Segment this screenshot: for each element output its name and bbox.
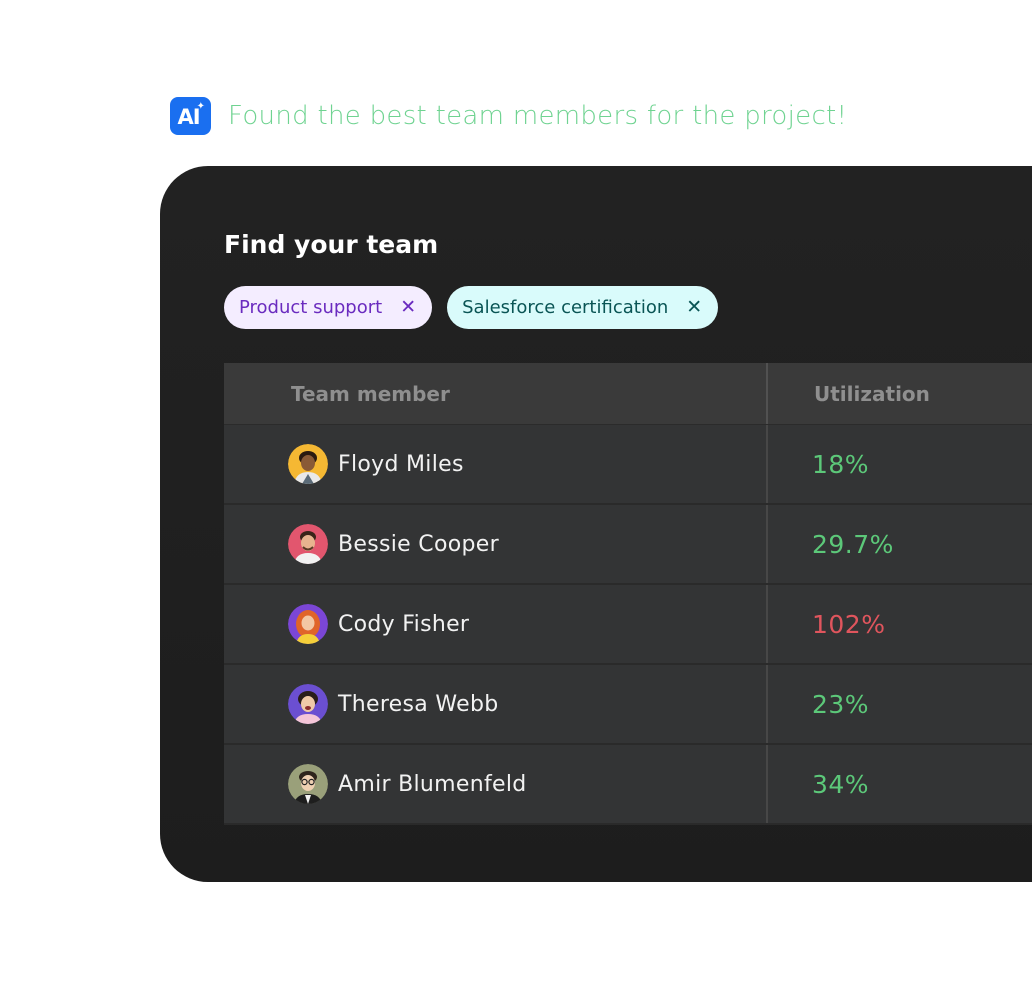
- member-name: Theresa Webb: [338, 691, 499, 717]
- utilization-value: 23%: [812, 689, 870, 719]
- column-header-utilization[interactable]: Utilization: [768, 382, 930, 406]
- utilization-value: 18%: [812, 449, 870, 479]
- ai-message: Found the best team members for the proj…: [228, 101, 848, 131]
- avatar: [288, 684, 328, 724]
- member-cell: Amir Blumenfeld: [224, 745, 768, 823]
- close-icon[interactable]: ✕: [400, 298, 416, 317]
- member-cell: Floyd Miles: [224, 425, 768, 503]
- member-cell: Theresa Webb: [224, 665, 768, 743]
- member-name: Floyd Miles: [338, 451, 464, 477]
- chip-label: Product support: [239, 297, 383, 318]
- table-row[interactable]: Amir Blumenfeld 34%: [224, 745, 1032, 825]
- member-cell: Cody Fisher: [224, 585, 768, 663]
- member-name: Cody Fisher: [338, 611, 470, 637]
- filter-chip-salesforce-certification[interactable]: Salesforce certification ✕: [447, 286, 719, 329]
- avatar: [288, 444, 328, 484]
- close-icon[interactable]: ✕: [686, 298, 702, 317]
- avatar: [288, 524, 328, 564]
- column-header-team-member[interactable]: Team member: [224, 363, 768, 424]
- member-cell: Bessie Cooper: [224, 505, 768, 583]
- utilization-value: 29.7%: [812, 529, 894, 559]
- table-header: Team member Utilization: [224, 363, 1032, 425]
- table-row[interactable]: Theresa Webb 23%: [224, 665, 1032, 745]
- table-row[interactable]: Floyd Miles 18%: [224, 425, 1032, 505]
- utilization-value: 34%: [812, 769, 870, 799]
- avatar: [288, 764, 328, 804]
- sparkle-icon: ✦: [196, 101, 205, 112]
- team-finder-panel: Find your team Product support ✕ Salesfo…: [160, 166, 1032, 882]
- avatar: [288, 604, 328, 644]
- panel-title: Find your team: [224, 230, 439, 259]
- table-row[interactable]: Cody Fisher 102%: [224, 585, 1032, 665]
- filter-chips: Product support ✕ Salesforce certificati…: [224, 286, 719, 329]
- team-table: Team member Utilization Floyd Miles 18%: [224, 363, 1032, 825]
- ai-sparkle-icon: AI ✦: [170, 97, 211, 135]
- chip-label: Salesforce certification: [462, 297, 669, 318]
- ai-banner: AI ✦ Found the best team members for the…: [170, 97, 847, 135]
- filter-chip-product-support[interactable]: Product support ✕: [224, 286, 433, 329]
- utilization-value: 102%: [812, 609, 886, 639]
- table-row[interactable]: Bessie Cooper 29.7%: [224, 505, 1032, 585]
- member-name: Amir Blumenfeld: [338, 771, 527, 797]
- member-name: Bessie Cooper: [338, 531, 499, 557]
